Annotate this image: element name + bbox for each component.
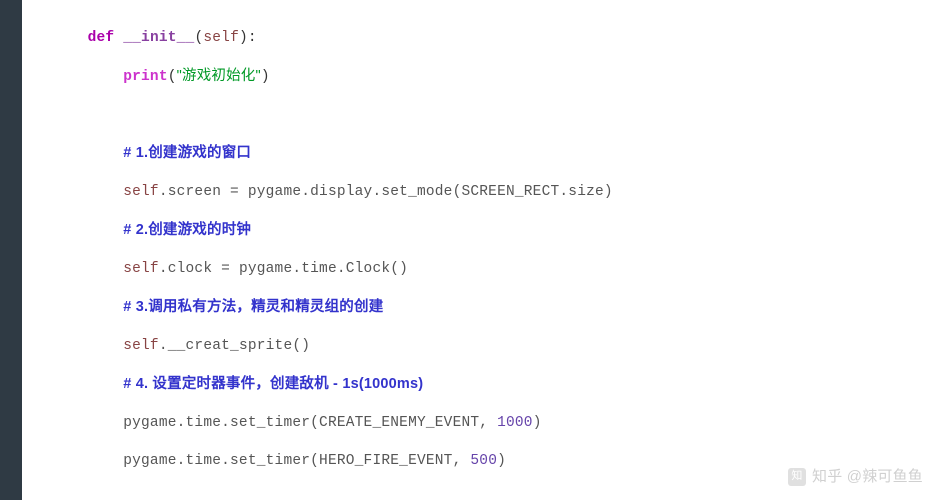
code-line: # 4. 设置定时器事件，创建敌机 - 1s(1000ms) [52, 375, 943, 395]
code-line: print("游戏初始化") [52, 67, 943, 87]
code-block: def __init__(self): print("游戏初始化") # 1.创… [22, 0, 943, 500]
code-screenshot: def __init__(self): print("游戏初始化") # 1.创… [0, 0, 943, 500]
code-line: def __init__(self): [52, 29, 943, 48]
comment: # 4. 设置定时器事件，创建敌机 - 1s(1000ms) [123, 376, 423, 392]
comment: # 1.创建游戏的窗口 [123, 145, 251, 161]
left-gutter [0, 0, 22, 500]
code-line: self.screen = pygame.display.set_mode(SC… [52, 183, 943, 202]
code-line: self.clock = pygame.time.Clock() [52, 260, 943, 279]
zhihu-logo-icon: 知 [788, 468, 806, 486]
comment: # 2.创建游戏的时钟 [123, 222, 251, 238]
zhihu-watermark: 知 知乎 @辣可鱼鱼 [788, 467, 923, 486]
param-self: self [203, 30, 239, 46]
comment: # 3.调用私有方法，精灵和精灵组的创建 [123, 299, 383, 315]
blank-line [52, 106, 943, 125]
builtin-print: print [123, 69, 168, 85]
watermark-text: 知乎 @辣可鱼鱼 [812, 467, 923, 486]
code-line: self.__creat_sprite() [52, 337, 943, 356]
code-line: # 3.调用私有方法，精灵和精灵组的创建 [52, 298, 943, 318]
blank-line [52, 490, 943, 500]
code-line: # 2.创建游戏的时钟 [52, 221, 943, 241]
string-literal: "游戏初始化" [177, 68, 261, 84]
method-init: __init__ [123, 30, 194, 46]
code-line: pygame.time.set_timer(CREATE_ENEMY_EVENT… [52, 414, 943, 433]
keyword-def: def [88, 30, 115, 46]
code-line: # 1.创建游戏的窗口 [52, 144, 943, 164]
